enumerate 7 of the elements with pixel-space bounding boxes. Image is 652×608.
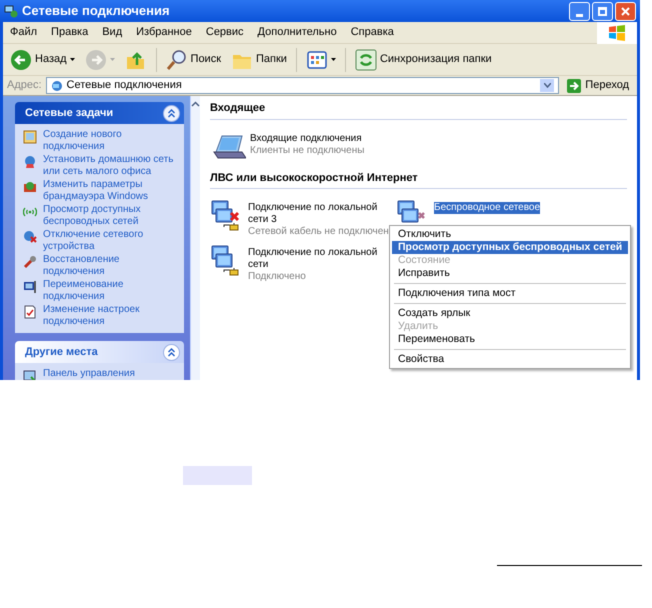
group-header: Входящее bbox=[210, 100, 627, 120]
address-label: Адрес: bbox=[7, 78, 42, 94]
connection-status: Сетевой кабель не подключен bbox=[248, 226, 389, 238]
group-header: ЛВС или высокоскоростной Интернет bbox=[210, 170, 627, 189]
window-title: Сетевые подключения bbox=[22, 2, 170, 20]
connection-status: Подключено bbox=[248, 271, 307, 283]
connection-status: Клиенты не подключены bbox=[250, 144, 364, 156]
